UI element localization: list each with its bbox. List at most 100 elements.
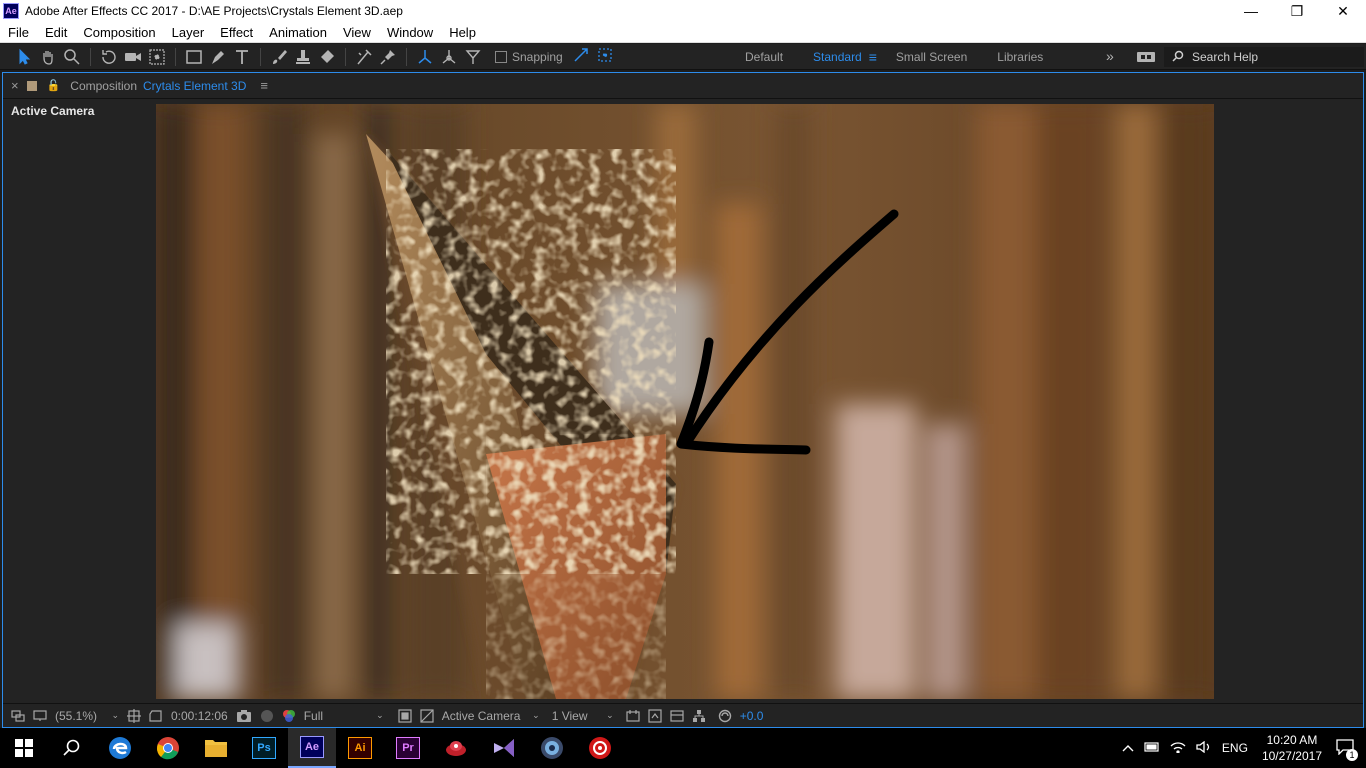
sync-settings-icon[interactable] xyxy=(1136,49,1156,68)
timeline-icon[interactable] xyxy=(670,709,684,723)
rectangle-tool-icon[interactable] xyxy=(182,45,206,69)
wifi-icon[interactable] xyxy=(1170,741,1186,756)
composition-panel-header: × 🔓 Composition Crytals Element 3D ≡ xyxy=(3,73,1363,99)
view-layout-dropdown[interactable]: 1 View ⌄ xyxy=(552,709,614,723)
roto-brush-tool-icon[interactable] xyxy=(352,45,376,69)
after-effects-taskbar-icon[interactable]: Ae xyxy=(288,728,336,768)
type-tool-icon[interactable] xyxy=(230,45,254,69)
battery-icon[interactable] xyxy=(1144,741,1160,755)
volume-icon[interactable] xyxy=(1196,740,1212,756)
window-title: Adobe After Effects CC 2017 - D:\AE Proj… xyxy=(25,4,403,18)
reset-exposure-icon[interactable] xyxy=(718,709,732,723)
magnification-dropdown[interactable]: (55.1%) ⌄ xyxy=(55,709,119,723)
menu-view[interactable]: View xyxy=(335,22,379,43)
title-bar: Ae Adobe After Effects CC 2017 - D:\AE P… xyxy=(0,0,1366,22)
taskbar-search-icon[interactable] xyxy=(48,728,96,768)
minimize-button[interactable]: — xyxy=(1228,0,1274,22)
snapshot-icon[interactable] xyxy=(236,709,252,723)
panel-close-button[interactable]: × xyxy=(11,78,19,93)
menu-window[interactable]: Window xyxy=(379,22,441,43)
start-button[interactable] xyxy=(0,728,48,768)
channel-rgb-icon[interactable] xyxy=(282,709,296,723)
after-effects-app-icon[interactable]: Ae xyxy=(3,3,19,19)
premiere-icon[interactable]: Pr xyxy=(384,728,432,768)
menu-composition[interactable]: Composition xyxy=(75,22,163,43)
chrome-icon[interactable] xyxy=(144,728,192,768)
composition-tab[interactable]: Crytals Element 3D xyxy=(143,79,246,93)
zoom-tool-icon[interactable] xyxy=(60,45,84,69)
snapping-checkbox[interactable] xyxy=(495,50,507,63)
region-of-interest-icon[interactable] xyxy=(398,708,412,723)
blue-app-icon[interactable] xyxy=(528,728,576,768)
view-axis-mode-icon[interactable] xyxy=(461,45,485,69)
pen-tool-icon[interactable] xyxy=(206,45,230,69)
always-preview-icon[interactable] xyxy=(11,709,25,722)
3d-view-dropdown[interactable]: Active Camera ⌄ xyxy=(442,709,540,723)
menu-help[interactable]: Help xyxy=(441,22,484,43)
panel-menu-icon[interactable]: ≡ xyxy=(260,78,268,93)
transparency-grid-icon[interactable] xyxy=(420,708,434,723)
workspace-default[interactable]: Default xyxy=(730,50,798,64)
show-hidden-icons-icon[interactable] xyxy=(1122,741,1134,755)
safe-zones-icon[interactable] xyxy=(127,708,141,723)
more-workspaces-button[interactable]: » xyxy=(1106,48,1114,64)
rotation-tool-icon[interactable] xyxy=(97,45,121,69)
red-gear-app-icon[interactable] xyxy=(576,728,624,768)
eraser-tool-icon[interactable] xyxy=(315,45,339,69)
workspace-libraries[interactable]: Libraries xyxy=(982,50,1058,64)
local-axis-mode-icon[interactable] xyxy=(413,45,437,69)
action-center-icon[interactable]: 1 xyxy=(1336,738,1358,761)
render-image xyxy=(156,104,1214,699)
exposure-value[interactable]: +0.0 xyxy=(740,709,764,723)
selection-tool-icon[interactable] xyxy=(12,45,36,69)
snap-extend-icon[interactable] xyxy=(597,47,613,66)
search-icon xyxy=(1172,50,1184,65)
menu-effect[interactable]: Effect xyxy=(212,22,261,43)
clock[interactable]: 10:20 AM 10/27/2017 xyxy=(1262,732,1322,764)
illustrator-icon[interactable]: Ai xyxy=(336,728,384,768)
composition-panel: × 🔓 Composition Crytals Element 3D ≡ Act… xyxy=(2,72,1364,728)
workspace-small-screen[interactable]: Small Screen xyxy=(881,50,982,64)
resolution-value: Full xyxy=(303,708,324,723)
red-app-icon[interactable] xyxy=(432,728,480,768)
file-explorer-icon[interactable] xyxy=(192,728,240,768)
hand-tool-icon[interactable] xyxy=(36,45,60,69)
close-button[interactable]: ✕ xyxy=(1320,0,1366,22)
windows-taskbar: Ps Ae Ai Pr ENG 10:20 AM 10/27/2017 1 xyxy=(0,728,1366,768)
puppet-pin-tool-icon[interactable] xyxy=(376,45,400,69)
mask-visibility-icon[interactable] xyxy=(149,709,163,723)
composition-footer: (55.1%) ⌄ 0:00:12:06 Full ⌄ Active Camera ⌄ xyxy=(3,703,1363,727)
lock-icon[interactable]: 🔓 xyxy=(47,79,61,92)
toggle-pixel-aspect-icon[interactable] xyxy=(626,709,640,723)
edge-icon[interactable] xyxy=(96,728,144,768)
flowchart-icon[interactable] xyxy=(692,709,706,723)
active-camera-label: Active Camera xyxy=(11,104,95,118)
photoshop-icon[interactable]: Ps xyxy=(240,728,288,768)
monitor-icon[interactable] xyxy=(33,709,47,722)
pan-behind-tool-icon[interactable] xyxy=(145,45,169,69)
brush-tool-icon[interactable] xyxy=(267,45,291,69)
fast-previews-icon[interactable] xyxy=(648,708,662,723)
visual-studio-icon[interactable] xyxy=(480,728,528,768)
restore-button[interactable]: ❐ xyxy=(1274,0,1320,22)
workspace-standard[interactable]: Standard xyxy=(798,50,877,64)
menu-layer[interactable]: Layer xyxy=(164,22,213,43)
search-help-field[interactable]: Search Help xyxy=(1164,47,1364,67)
show-snapshot-icon[interactable] xyxy=(260,709,274,723)
menu-animation[interactable]: Animation xyxy=(261,22,335,43)
menu-edit[interactable]: Edit xyxy=(37,22,75,43)
workspace-menu-icon[interactable]: ≡ xyxy=(869,49,877,65)
current-time[interactable]: 0:00:12:06 xyxy=(171,709,228,723)
snap-feather-icon[interactable] xyxy=(573,47,589,66)
composition-viewer[interactable]: Active Camera xyxy=(3,100,1363,700)
camera-tool-icon[interactable] xyxy=(121,45,145,69)
views-value: 1 View xyxy=(551,708,588,723)
clone-stamp-tool-icon[interactable] xyxy=(291,45,315,69)
language-indicator[interactable]: ENG xyxy=(1222,741,1248,755)
notification-count: 1 xyxy=(1346,748,1358,761)
view-camera-value: Active Camera xyxy=(441,708,521,723)
world-axis-mode-icon[interactable] xyxy=(437,45,461,69)
composition-frame[interactable] xyxy=(156,104,1214,699)
menu-file[interactable]: File xyxy=(0,22,37,43)
resolution-dropdown[interactable]: Full ⌄ xyxy=(304,709,384,723)
